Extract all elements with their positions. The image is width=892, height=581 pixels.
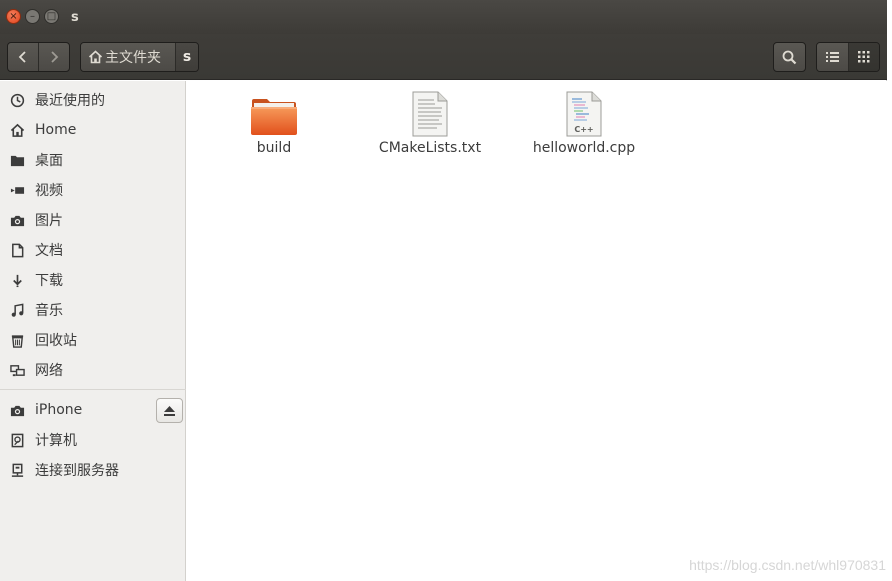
sidebar-item-label: 下载 — [35, 273, 63, 289]
list-view-icon — [825, 52, 839, 62]
file-item-helloworld[interactable]: C++ helloworld.cpp — [524, 89, 644, 156]
document-icon — [11, 243, 23, 257]
sidebar-item-documents[interactable]: 文档 — [0, 236, 186, 264]
toolbar: 主文件夹 s — [0, 34, 887, 80]
camera-icon — [10, 405, 24, 416]
file-name: CMakeLists.txt — [378, 140, 482, 156]
chevron-left-icon — [18, 51, 26, 63]
sidebar-item-label: 文档 — [35, 243, 63, 259]
list-view-button[interactable] — [817, 43, 848, 71]
sidebar-separator — [0, 389, 186, 390]
network-icon — [9, 364, 25, 376]
svg-text:C++: C++ — [574, 125, 593, 134]
watermark: https://blog.csdn.net/whl970831 — [689, 557, 886, 573]
path-crumb-label: 主文件夹 — [105, 50, 161, 66]
view-switcher — [816, 42, 880, 72]
sidebar-item-label: 图片 — [35, 213, 63, 229]
navigation-buttons — [7, 42, 70, 72]
sidebar-item-desktop[interactable]: 桌面 — [0, 146, 186, 174]
file-item-cmakelists[interactable]: CMakeLists.txt — [370, 89, 490, 156]
file-view[interactable]: build CMakeLists.txt C++ helloworld.cpp — [192, 81, 887, 581]
camera-icon — [10, 215, 24, 226]
close-icon: × — [9, 10, 18, 22]
sidebar-item-label: 桌面 — [35, 153, 63, 169]
file-item-build[interactable]: build — [214, 89, 334, 156]
path-crumb-home[interactable]: 主文件夹 — [81, 43, 175, 71]
sidebar-item-label: 视频 — [35, 183, 63, 199]
sidebar-item-pictures[interactable]: 图片 — [0, 206, 186, 234]
folder-icon — [10, 155, 24, 166]
trash-icon — [11, 334, 23, 348]
maximize-icon: □ — [46, 10, 57, 22]
path-crumb-label: s — [182, 49, 192, 65]
close-button[interactable]: × — [6, 9, 21, 24]
path-bar: 主文件夹 s — [80, 42, 199, 72]
maximize-button[interactable]: □ — [44, 9, 59, 24]
sidebar-item-label: 连接到服务器 — [35, 463, 119, 479]
text-file-icon — [404, 89, 456, 137]
sidebar-item-recent[interactable]: 最近使用的 — [0, 86, 186, 114]
sidebar-item-videos[interactable]: 视频 — [0, 176, 186, 204]
music-icon — [11, 303, 23, 317]
sidebar-item-computer[interactable]: 计算机 — [0, 426, 186, 454]
eject-button[interactable] — [156, 398, 183, 423]
sidebar-item-connect-server[interactable]: 连接到服务器 — [0, 456, 186, 484]
computer-icon — [11, 433, 23, 447]
search-button[interactable] — [773, 42, 806, 72]
server-icon — [11, 463, 23, 477]
minimize-button[interactable]: – — [25, 9, 40, 24]
sidebar-item-home[interactable]: Home — [0, 116, 186, 144]
chevron-right-icon — [51, 51, 59, 63]
eject-icon — [164, 405, 175, 416]
search-icon — [782, 50, 797, 64]
file-manager-window: × – □ s 主文件夹 s 最近使用的 Home 桌面 视频 图片 文档 下载… — [0, 0, 887, 581]
download-icon — [12, 274, 22, 287]
sidebar-item-network[interactable]: 网络 — [0, 356, 186, 384]
sidebar-item-label: 回收站 — [35, 333, 77, 349]
sidebar-item-trash[interactable]: 回收站 — [0, 326, 186, 354]
file-name: build — [256, 140, 292, 156]
cpp-file-icon: C++ — [558, 89, 610, 137]
sidebar-item-label: 音乐 — [35, 303, 63, 319]
back-button[interactable] — [8, 43, 38, 71]
sidebar-item-label: Home — [35, 122, 77, 138]
video-icon — [10, 186, 24, 194]
forward-button[interactable] — [38, 43, 69, 71]
folder-icon — [248, 89, 300, 137]
sidebar-item-label: 网络 — [35, 363, 63, 379]
clock-icon — [10, 93, 24, 107]
sidebar-item-downloads[interactable]: 下载 — [0, 266, 186, 294]
sidebar-item-label: 计算机 — [35, 433, 77, 449]
sidebar-item-label: 最近使用的 — [35, 93, 105, 109]
sidebar-item-label: iPhone — [35, 402, 83, 418]
grid-view-button[interactable] — [847, 43, 879, 71]
sidebar-item-iphone[interactable]: iPhone — [0, 396, 186, 424]
grid-view-icon — [857, 51, 870, 63]
minimize-icon: – — [30, 10, 35, 22]
file-name: helloworld.cpp — [532, 140, 636, 156]
sidebar: 最近使用的 Home 桌面 视频 图片 文档 下载 音乐 回收站 网络 iPho… — [0, 81, 186, 581]
title-bar[interactable]: × – □ s — [0, 0, 887, 34]
sidebar-item-music[interactable]: 音乐 — [0, 296, 186, 324]
home-icon — [10, 123, 24, 137]
home-icon — [88, 50, 103, 64]
window-title: s — [71, 10, 79, 25]
path-crumb-current[interactable]: s — [175, 43, 198, 71]
